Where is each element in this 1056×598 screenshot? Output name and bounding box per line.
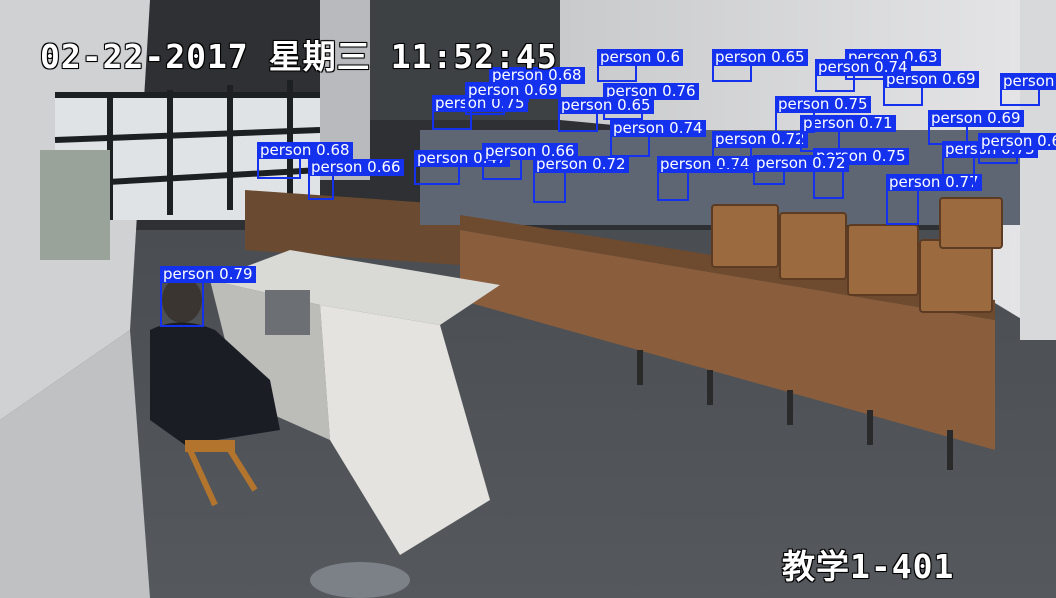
detection-box: person 0.65 [712,49,808,82]
detection-label: person 0.72 [712,131,808,148]
detection-label: person 0.79 [160,266,256,283]
detection-box: person 0.77 [886,174,982,225]
detection-box: person 0.72 [712,131,808,168]
detection-label: person 0.65 [558,97,654,114]
detection-label: person 0.64 [978,133,1056,150]
camera-frame: person 0.79 person 0.77 person 0.75 pers… [0,0,1056,598]
detection-box: person 0.69 [465,82,561,115]
detection-box: person 0.75 [775,96,871,133]
detection-box: person 0.69 [928,110,1024,145]
detection-box: person 0.65 [558,97,654,132]
detection-box: person 0.74 [815,59,911,92]
detection-label: person 0.66 [308,159,404,176]
detection-box: person 0.72 [753,155,849,185]
detection-box: person 0.74 [657,156,753,201]
room-overlay: 教学1-401 [782,547,955,586]
detection-label: person 0.75 [775,96,871,113]
detection-box: person 0.66 [1000,73,1056,106]
detection-label: person 0.65 [712,49,808,66]
overlay-date: 02-22-2017 [40,37,249,76]
detection-box: person 0.6 [597,49,684,82]
detection-box: person 0.74 [610,120,706,157]
detection-label: person 0.66 [1000,73,1056,90]
detection-label: person 0.66 [482,143,578,160]
detection-label: person 0.69 [928,110,1024,127]
timestamp-overlay: 02-22-2017 星期三 11:52:45 [40,30,558,78]
overlay-weekday: 星期三 [268,37,371,76]
detection-box: person 0.64 [978,133,1056,164]
overlay-time: 11:52:45 [390,37,558,76]
detection-label: person 0.68 [257,142,353,159]
detection-box: person 0.68 [257,142,353,179]
detection-label: person 0.74 [815,59,911,76]
detection-label: person 0.74 [610,120,706,137]
detection-box: person 0.79 [160,266,256,327]
detection-label: person 0.6 [597,49,684,66]
detection-label: person 0.72 [753,155,849,172]
detection-box: person 0.47 [414,150,510,185]
detection-box: person 0.66 [482,143,578,180]
detection-box: person 0.66 [308,159,404,200]
detection-box: person 0.73 [942,141,1038,190]
detection-box: person 0.69 [883,71,979,106]
detection-box: person 0.71 [800,115,896,152]
detection-box: person 0.72 [533,156,629,203]
detection-label: person 0.69 [465,82,561,99]
